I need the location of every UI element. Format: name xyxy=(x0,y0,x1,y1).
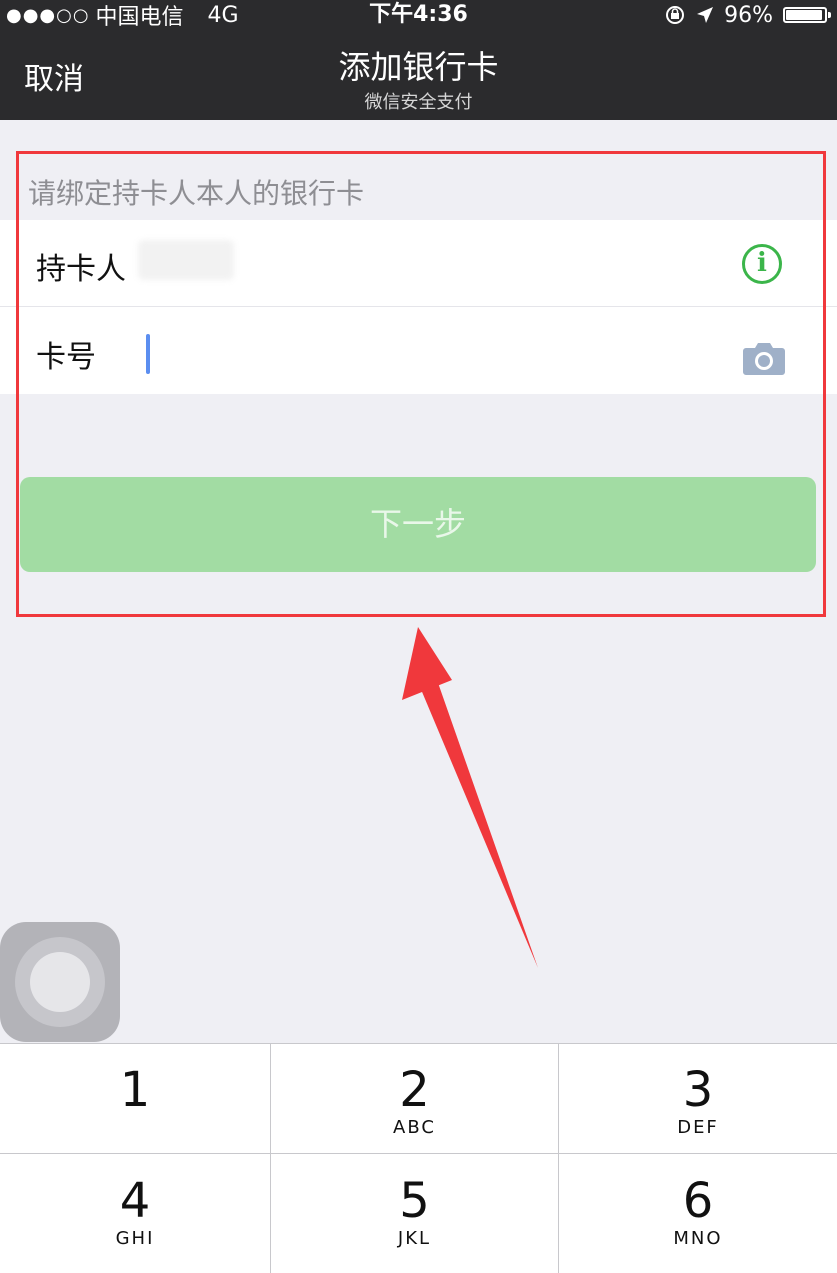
keypad-divider xyxy=(270,1043,271,1273)
camera-icon[interactable] xyxy=(742,340,786,376)
bind-card-hint: 请绑定持卡人本人的银行卡 xyxy=(28,177,365,210)
key-digit: 3 xyxy=(682,1062,714,1118)
key-5[interactable]: 5 JKL xyxy=(271,1154,558,1273)
keypad-divider xyxy=(558,1043,559,1273)
info-icon[interactable]: i xyxy=(742,244,782,284)
key-digit: 5 xyxy=(399,1173,430,1229)
page-title: 添加银行卡 xyxy=(338,48,499,86)
next-step-button[interactable]: 下一步 xyxy=(20,477,816,572)
location-arrow-icon xyxy=(697,7,714,23)
key-digit: 6 xyxy=(682,1173,714,1229)
status-right: 96% xyxy=(664,0,831,30)
card-form: 持卡人 i 卡号 xyxy=(0,220,837,394)
key-letters: GHI xyxy=(115,1228,155,1249)
navigation-bar: 取消 添加银行卡 微信安全支付 xyxy=(0,30,837,120)
key-digit: 2 xyxy=(399,1062,430,1118)
battery-level xyxy=(786,10,823,20)
keypad-divider xyxy=(0,1043,837,1044)
cardholder-label: 持卡人 xyxy=(36,252,126,287)
key-letters: JKL xyxy=(397,1228,432,1249)
key-1[interactable]: 1 xyxy=(0,1043,270,1153)
card-number-label: 卡号 xyxy=(36,340,96,375)
battery-icon xyxy=(783,7,831,23)
key-digit: 1 xyxy=(119,1062,151,1118)
key-2[interactable]: 2 ABC xyxy=(271,1043,558,1153)
page-subtitle: 微信安全支付 xyxy=(364,92,473,113)
key-letters: DEF xyxy=(677,1117,719,1138)
assistive-touch-button[interactable] xyxy=(0,922,120,1042)
lock-rotation-icon xyxy=(666,6,685,24)
key-3[interactable]: 3 DEF xyxy=(559,1043,837,1153)
key-digit: 4 xyxy=(119,1173,151,1229)
assistive-touch-ring-inner xyxy=(30,952,90,1012)
status-bar: ●●●○○ 中国电信 4G 下午4:36 96% xyxy=(0,0,837,30)
cardholder-row: 持卡人 i xyxy=(0,220,837,307)
keypad-divider xyxy=(0,1153,837,1154)
battery-percent: 96% xyxy=(724,2,773,28)
numeric-keypad: 1 2 ABC 3 DEF 4 GHI 5 JKL 6 MNO xyxy=(0,1043,837,1273)
key-letters: ABC xyxy=(393,1117,436,1138)
key-letters: MNO xyxy=(673,1228,723,1249)
text-cursor xyxy=(146,334,150,374)
card-number-row: 卡号 xyxy=(0,308,837,394)
cardholder-name-redacted xyxy=(138,240,234,280)
key-4[interactable]: 4 GHI xyxy=(0,1154,270,1273)
key-6[interactable]: 6 MNO xyxy=(559,1154,837,1273)
card-number-input[interactable] xyxy=(140,326,714,378)
